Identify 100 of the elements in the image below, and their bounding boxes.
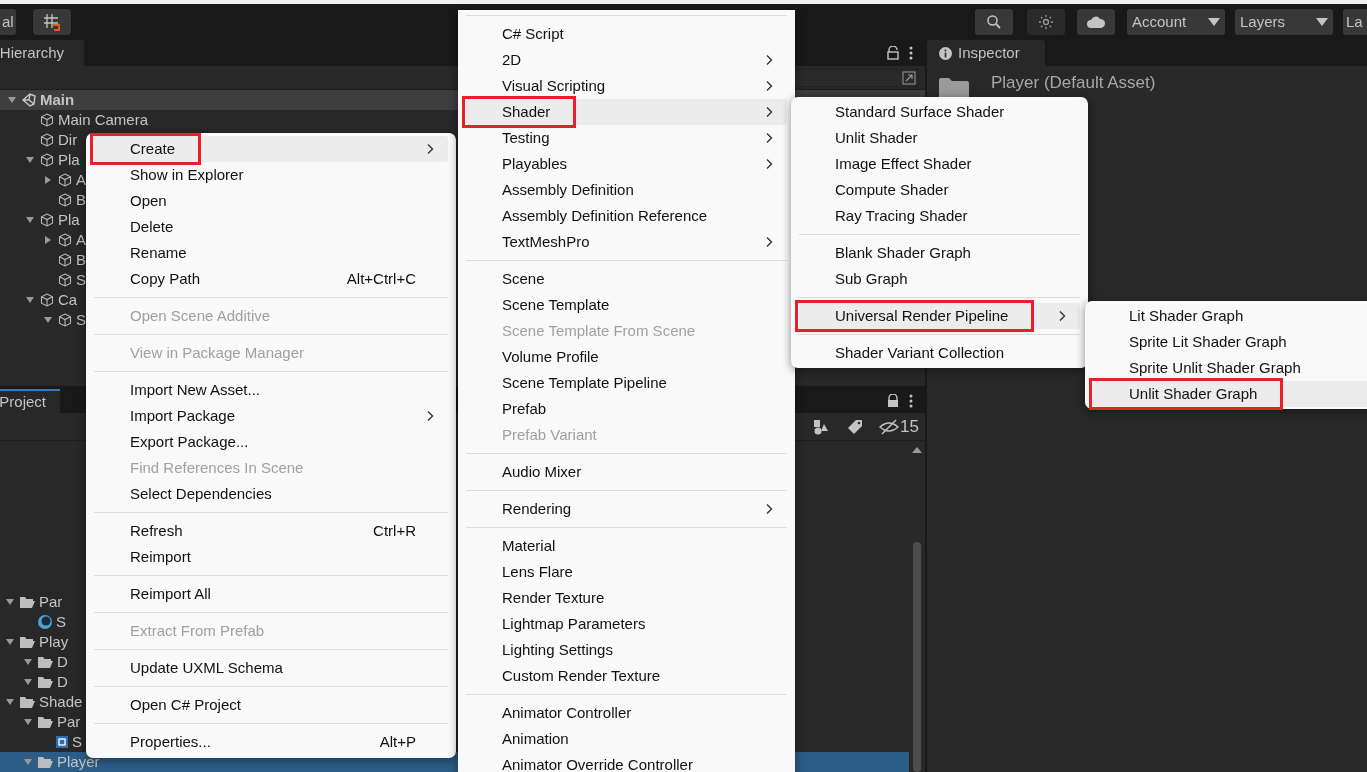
menu-item[interactable]: Copy Path Alt+Ctrl+C	[94, 266, 448, 292]
menu-item[interactable]: Export Package...	[94, 429, 448, 455]
tag-icon[interactable]	[847, 418, 864, 435]
menu-item[interactable]: Open C# Project	[94, 692, 448, 718]
menu-item[interactable]: Sprite Lit Shader Graph	[1093, 329, 1367, 355]
shader-file-icon	[55, 734, 69, 750]
menu-item[interactable]: Import Package	[94, 403, 448, 429]
expand-arrow-icon[interactable]	[7, 95, 17, 105]
scroll-up-icon[interactable]	[912, 447, 922, 453]
cube-icon	[57, 252, 73, 268]
menu-item[interactable]: Volume Profile	[466, 344, 787, 370]
menu-item[interactable]: Scene Template	[466, 292, 787, 318]
menu-item[interactable]: Animation	[466, 726, 787, 752]
sun-icon	[1038, 14, 1054, 30]
layers-dropdown[interactable]: Layers	[1235, 9, 1333, 35]
dropdown-arrow-icon	[1316, 18, 1328, 26]
menu-item[interactable]: Animator Controller	[466, 700, 787, 726]
folder-icon	[37, 715, 54, 729]
inspector-tab[interactable]: Inspector	[927, 40, 1045, 66]
menu-item[interactable]: Scene Template Pipeline	[466, 370, 787, 396]
tree-label[interactable]: S	[76, 308, 86, 332]
cube-icon	[39, 152, 55, 168]
lock-icon[interactable]	[887, 394, 899, 408]
menu-item[interactable]: Reimport	[94, 544, 448, 570]
cube-icon	[57, 232, 73, 248]
tree-label[interactable]: Ca	[58, 288, 78, 312]
menu-item[interactable]: Rendering	[466, 496, 787, 522]
cube-icon	[39, 292, 55, 308]
menu-item[interactable]: Refresh Ctrl+R	[94, 518, 448, 544]
cube-icon	[57, 172, 73, 188]
menu-item[interactable]: Lightmap Parameters	[466, 611, 787, 637]
menu-item[interactable]: Assembly Definition Reference	[466, 203, 787, 229]
expand-arrow-icon[interactable]	[23, 757, 33, 767]
cube-icon	[57, 312, 73, 328]
layout-dropdown[interactable]: La	[1343, 9, 1367, 35]
eye-slash-icon	[879, 418, 900, 435]
account-dropdown[interactable]: Account	[1127, 9, 1225, 35]
folder-icon	[37, 675, 54, 689]
menu-item[interactable]: Select Dependencies	[94, 481, 448, 507]
folder-icon	[939, 76, 969, 100]
menu-item[interactable]: Assembly Definition	[466, 177, 787, 203]
grid-snap-button[interactable]	[32, 9, 71, 35]
menu-item[interactable]: Sub Graph	[799, 266, 1080, 292]
menu-item[interactable]: Show in Explorer	[94, 162, 448, 188]
shortcut-label: Alt+Ctrl+C	[346, 268, 416, 289]
collapse-arrow-icon[interactable]	[43, 235, 53, 245]
menu-item[interactable]: Rename	[94, 240, 448, 266]
menu-item[interactable]: Animator Override Controller	[466, 752, 787, 772]
menu-item[interactable]: Prefab	[466, 396, 787, 422]
shapes-icon[interactable]	[813, 418, 830, 435]
expand-arrow-icon[interactable]	[5, 597, 15, 607]
menu-item[interactable]: Ray Tracing Shader	[799, 203, 1080, 229]
lock-icon[interactable]	[887, 46, 899, 60]
dropdown-arrow-icon	[1208, 18, 1220, 26]
menu-item[interactable]: C# Script	[466, 21, 787, 47]
menu-item[interactable]: Lens Flare	[466, 559, 787, 585]
menu-item[interactable]: Update UXML Schema	[94, 655, 448, 681]
menu-item[interactable]: Shader Variant Collection	[799, 340, 1080, 366]
expand-window-icon[interactable]	[902, 70, 916, 85]
project-tab[interactable]: Project	[0, 389, 60, 413]
menu-item[interactable]: TextMeshPro	[466, 229, 787, 255]
search-icon	[986, 14, 1002, 30]
search-button[interactable]	[975, 9, 1013, 35]
menu-item[interactable]: 2D	[466, 47, 787, 73]
grid-icon	[41, 12, 62, 32]
menu-item[interactable]: Lighting Settings	[466, 637, 787, 663]
menu-item[interactable]: Reimport All	[94, 581, 448, 607]
menu-item[interactable]: Custom Render Texture	[466, 663, 787, 689]
info-icon	[939, 46, 952, 60]
collapse-arrow-icon[interactable]	[43, 175, 53, 185]
unity-icon	[21, 92, 37, 108]
menu-item[interactable]: Playables	[466, 151, 787, 177]
menu-item[interactable]: Scene	[466, 266, 787, 292]
toolbar-button[interactable]: al	[0, 9, 16, 35]
expand-arrow-icon[interactable]	[25, 155, 35, 165]
menu-item[interactable]: Unlit Shader	[799, 125, 1080, 151]
menu-item[interactable]: Compute Shader	[799, 177, 1080, 203]
menu-item[interactable]: Render Texture	[466, 585, 787, 611]
folder-icon	[19, 695, 36, 709]
folder-icon	[37, 755, 54, 769]
tree-label: Main	[40, 89, 75, 110]
menu-item[interactable]: Delete	[94, 214, 448, 240]
menu-item[interactable]: Blank Shader Graph	[799, 240, 1080, 266]
inspector-title: Player (Default Asset)	[991, 72, 1156, 94]
expand-arrow-icon[interactable]	[25, 215, 35, 225]
more-icon[interactable]	[909, 46, 913, 60]
menu-item[interactable]: Lit Shader Graph	[1093, 303, 1367, 329]
services-button[interactable]	[1027, 9, 1065, 35]
menu-item[interactable]: Sprite Unlit Shader Graph	[1093, 355, 1367, 381]
menu-item[interactable]: Open	[94, 188, 448, 214]
hierarchy-tab[interactable]: Hierarchy	[0, 40, 84, 66]
menu-item[interactable]: Image Effect Shader	[799, 151, 1080, 177]
more-icon[interactable]	[909, 394, 913, 408]
folder-icon	[19, 635, 36, 649]
cloud-button[interactable]	[1077, 9, 1115, 35]
menu-item[interactable]: Testing	[466, 125, 787, 151]
menu-item[interactable]: Material	[466, 533, 787, 559]
menu-item[interactable]: Audio Mixer	[466, 459, 787, 485]
hidden-count-toggle[interactable]: 15	[873, 413, 925, 440]
menu-item[interactable]: Import New Asset...	[94, 377, 448, 403]
